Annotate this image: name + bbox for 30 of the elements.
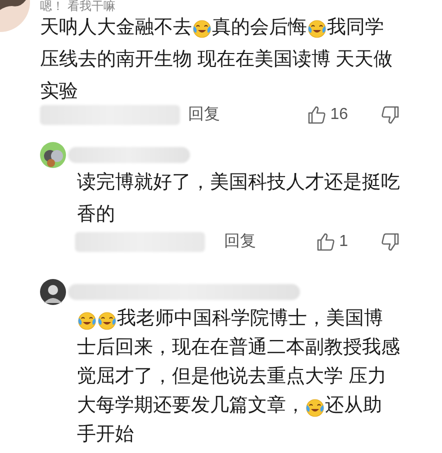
thumbs-down-icon[interactable]: [380, 232, 400, 252]
comment-text: 香的: [77, 202, 115, 227]
like-count: 16: [330, 105, 348, 125]
comment-text: 天呐人大金融不去: [40, 16, 192, 40]
crying-laughing-face-icon: [77, 310, 97, 330]
comment-text: 觉屈才了，但是他说去重点大学 压力: [77, 365, 386, 390]
crying-laughing-face-icon: [307, 18, 327, 38]
comment-text: 还从助: [325, 394, 382, 418]
username[interactable]: 嗯！ 看我干嘛: [40, 0, 442, 12]
crying-laughing-face-icon: [192, 18, 212, 38]
crying-laughing-face-icon: [305, 396, 325, 416]
thumbs-up-icon[interactable]: [316, 232, 336, 252]
comment-text: 士后回来，现在在普通二本副教授我感: [77, 336, 400, 360]
comment-text: 大每学期还要发几篇文章，: [77, 394, 305, 418]
crying-laughing-face-icon: [97, 310, 117, 330]
reply-button[interactable]: 回复: [224, 232, 256, 252]
comment-text: 我老师中国科学院博士，美国博: [117, 306, 383, 332]
comment-text: 实验: [40, 80, 78, 104]
avatar[interactable]: [0, 0, 30, 32]
thumbs-up-icon[interactable]: [307, 105, 328, 125]
comment-text: 压线去的南开生物 现在在美国读博 天天做: [40, 48, 393, 72]
thumbs-down-icon[interactable]: [380, 105, 400, 125]
avatar[interactable]: [40, 279, 66, 305]
comment-text: 读完博就好了，美国科技人才还是挺吃: [77, 170, 400, 195]
avatar[interactable]: [40, 142, 66, 168]
comment-text: 我同学: [327, 16, 384, 40]
comment-text: 真的会后悔: [212, 16, 307, 40]
like-count: 1: [339, 232, 348, 252]
reply-button[interactable]: 回复: [188, 105, 220, 125]
comment-text: 手开始: [77, 423, 134, 448]
